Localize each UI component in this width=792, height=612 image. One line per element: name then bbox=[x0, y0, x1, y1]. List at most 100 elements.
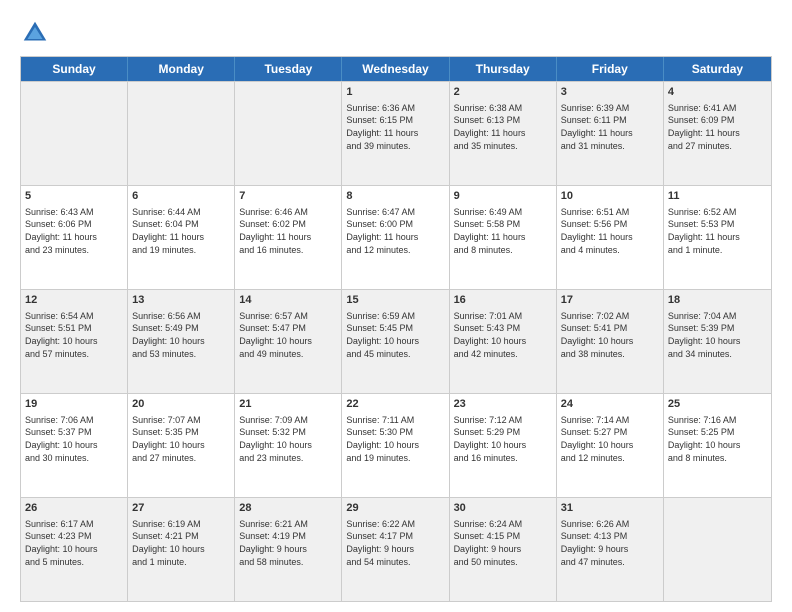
cell-info: Sunrise: 7:01 AM Sunset: 5:43 PM Dayligh… bbox=[454, 310, 552, 360]
day-number: 14 bbox=[239, 293, 337, 308]
cell-info: Sunrise: 6:36 AM Sunset: 6:15 PM Dayligh… bbox=[346, 102, 444, 152]
calendar-cell bbox=[664, 498, 771, 601]
calendar-cell: 4Sunrise: 6:41 AM Sunset: 6:09 PM Daylig… bbox=[664, 82, 771, 185]
cell-info: Sunrise: 6:21 AM Sunset: 4:19 PM Dayligh… bbox=[239, 518, 337, 568]
day-number: 6 bbox=[132, 189, 230, 204]
cell-info: Sunrise: 6:47 AM Sunset: 6:00 PM Dayligh… bbox=[346, 206, 444, 256]
cell-info: Sunrise: 7:02 AM Sunset: 5:41 PM Dayligh… bbox=[561, 310, 659, 360]
cell-info: Sunrise: 7:06 AM Sunset: 5:37 PM Dayligh… bbox=[25, 414, 123, 464]
day-number: 2 bbox=[454, 85, 552, 100]
calendar-cell: 12 Sunrise: 6:54 AM Sunset: 5:51 PM Dayli… bbox=[21, 290, 128, 393]
calendar-day-header: Thursday bbox=[450, 57, 557, 81]
cell-info: Sunrise: 7:04 AM Sunset: 5:39 PM Dayligh… bbox=[668, 310, 767, 360]
day-number: 21 bbox=[239, 397, 337, 412]
calendar-cell bbox=[128, 82, 235, 185]
cell-info: Sunrise: 6:54 AM Sunset: 5:51 PM Dayligh… bbox=[25, 310, 123, 360]
calendar-cell: 19 Sunrise: 7:06 AM Sunset: 5:37 PM Dayli… bbox=[21, 394, 128, 497]
day-number: 12 bbox=[25, 293, 123, 308]
calendar-cell: 20Sunrise: 7:07 AM Sunset: 5:35 PM Dayli… bbox=[128, 394, 235, 497]
cell-info: Sunrise: 6:24 AM Sunset: 4:15 PM Dayligh… bbox=[454, 518, 552, 568]
day-number: 13 bbox=[132, 293, 230, 308]
calendar-cell: 13 Sunrise: 6:56 AM Sunset: 5:49 PM Dayli… bbox=[128, 290, 235, 393]
calendar-cell: 29 Sunrise: 6:22 AM Sunset: 4:17 PM Dayli… bbox=[342, 498, 449, 601]
calendar-cell: 7 Sunrise: 6:46 AM Sunset: 6:02 PM Daylig… bbox=[235, 186, 342, 289]
calendar-cell: 1Sunrise: 6:36 AM Sunset: 6:15 PM Daylig… bbox=[342, 82, 449, 185]
calendar-cell bbox=[21, 82, 128, 185]
calendar-week-row: 5Sunrise: 6:43 AM Sunset: 6:06 PM Daylig… bbox=[21, 185, 771, 289]
cell-info: Sunrise: 6:22 AM Sunset: 4:17 PM Dayligh… bbox=[346, 518, 444, 568]
cell-info: Sunrise: 7:11 AM Sunset: 5:30 PM Dayligh… bbox=[346, 414, 444, 464]
cell-info: Sunrise: 7:14 AM Sunset: 5:27 PM Dayligh… bbox=[561, 414, 659, 464]
cell-info: Sunrise: 6:44 AM Sunset: 6:04 PM Dayligh… bbox=[132, 206, 230, 256]
logo-icon bbox=[20, 18, 50, 48]
calendar-cell: 17Sunrise: 7:02 AM Sunset: 5:41 PM Dayli… bbox=[557, 290, 664, 393]
cell-info: Sunrise: 6:43 AM Sunset: 6:06 PM Dayligh… bbox=[25, 206, 123, 256]
cell-info: Sunrise: 6:57 AM Sunset: 5:47 PM Dayligh… bbox=[239, 310, 337, 360]
cell-info: Sunrise: 6:38 AM Sunset: 6:13 PM Dayligh… bbox=[454, 102, 552, 152]
cell-info: Sunrise: 6:59 AM Sunset: 5:45 PM Dayligh… bbox=[346, 310, 444, 360]
calendar: SundayMondayTuesdayWednesdayThursdayFrid… bbox=[20, 56, 772, 602]
page: SundayMondayTuesdayWednesdayThursdayFrid… bbox=[0, 0, 792, 612]
day-number: 7 bbox=[239, 189, 337, 204]
calendar-cell: 31 Sunrise: 6:26 AM Sunset: 4:13 PM Dayli… bbox=[557, 498, 664, 601]
calendar-cell: 6 Sunrise: 6:44 AM Sunset: 6:04 PM Daylig… bbox=[128, 186, 235, 289]
calendar-body: 1Sunrise: 6:36 AM Sunset: 6:15 PM Daylig… bbox=[21, 81, 771, 601]
calendar-cell: 3 Sunrise: 6:39 AM Sunset: 6:11 PM Daylig… bbox=[557, 82, 664, 185]
cell-info: Sunrise: 7:12 AM Sunset: 5:29 PM Dayligh… bbox=[454, 414, 552, 464]
day-number: 30 bbox=[454, 501, 552, 516]
cell-info: Sunrise: 6:26 AM Sunset: 4:13 PM Dayligh… bbox=[561, 518, 659, 568]
calendar-cell: 21 Sunrise: 7:09 AM Sunset: 5:32 PM Dayli… bbox=[235, 394, 342, 497]
calendar-cell: 25Sunrise: 7:16 AM Sunset: 5:25 PM Dayli… bbox=[664, 394, 771, 497]
day-number: 18 bbox=[668, 293, 767, 308]
cell-info: Sunrise: 6:56 AM Sunset: 5:49 PM Dayligh… bbox=[132, 310, 230, 360]
calendar-day-header: Tuesday bbox=[235, 57, 342, 81]
day-number: 29 bbox=[346, 501, 444, 516]
cell-info: Sunrise: 6:46 AM Sunset: 6:02 PM Dayligh… bbox=[239, 206, 337, 256]
calendar-week-row: 12 Sunrise: 6:54 AM Sunset: 5:51 PM Dayli… bbox=[21, 289, 771, 393]
calendar-header-row: SundayMondayTuesdayWednesdayThursdayFrid… bbox=[21, 57, 771, 81]
calendar-cell: 26 Sunrise: 6:17 AM Sunset: 4:23 PM Dayli… bbox=[21, 498, 128, 601]
day-number: 26 bbox=[25, 501, 123, 516]
day-number: 20 bbox=[132, 397, 230, 412]
cell-info: Sunrise: 6:17 AM Sunset: 4:23 PM Dayligh… bbox=[25, 518, 123, 568]
day-number: 3 bbox=[561, 85, 659, 100]
day-number: 16 bbox=[454, 293, 552, 308]
calendar-cell: 5Sunrise: 6:43 AM Sunset: 6:06 PM Daylig… bbox=[21, 186, 128, 289]
logo bbox=[20, 18, 56, 48]
cell-info: Sunrise: 6:51 AM Sunset: 5:56 PM Dayligh… bbox=[561, 206, 659, 256]
day-number: 10 bbox=[561, 189, 659, 204]
calendar-cell: 10 Sunrise: 6:51 AM Sunset: 5:56 PM Dayli… bbox=[557, 186, 664, 289]
calendar-day-header: Sunday bbox=[21, 57, 128, 81]
calendar-cell: 27Sunrise: 6:19 AM Sunset: 4:21 PM Dayli… bbox=[128, 498, 235, 601]
day-number: 11 bbox=[668, 189, 767, 204]
calendar-cell: 15 Sunrise: 6:59 AM Sunset: 5:45 PM Dayli… bbox=[342, 290, 449, 393]
calendar-cell: 8Sunrise: 6:47 AM Sunset: 6:00 PM Daylig… bbox=[342, 186, 449, 289]
calendar-cell: 2 Sunrise: 6:38 AM Sunset: 6:13 PM Daylig… bbox=[450, 82, 557, 185]
calendar-cell: 11 Sunrise: 6:52 AM Sunset: 5:53 PM Dayli… bbox=[664, 186, 771, 289]
calendar-day-header: Saturday bbox=[664, 57, 771, 81]
calendar-cell: 14 Sunrise: 6:57 AM Sunset: 5:47 PM Dayli… bbox=[235, 290, 342, 393]
cell-info: Sunrise: 6:49 AM Sunset: 5:58 PM Dayligh… bbox=[454, 206, 552, 256]
calendar-cell: 23Sunrise: 7:12 AM Sunset: 5:29 PM Dayli… bbox=[450, 394, 557, 497]
calendar-cell: 16 Sunrise: 7:01 AM Sunset: 5:43 PM Dayli… bbox=[450, 290, 557, 393]
day-number: 19 bbox=[25, 397, 123, 412]
calendar-cell: 18 Sunrise: 7:04 AM Sunset: 5:39 PM Dayli… bbox=[664, 290, 771, 393]
day-number: 25 bbox=[668, 397, 767, 412]
cell-info: Sunrise: 6:41 AM Sunset: 6:09 PM Dayligh… bbox=[668, 102, 767, 152]
day-number: 22 bbox=[346, 397, 444, 412]
calendar-cell: 24 Sunrise: 7:14 AM Sunset: 5:27 PM Dayli… bbox=[557, 394, 664, 497]
day-number: 27 bbox=[132, 501, 230, 516]
header bbox=[20, 18, 772, 48]
day-number: 24 bbox=[561, 397, 659, 412]
calendar-day-header: Monday bbox=[128, 57, 235, 81]
calendar-cell: 30 Sunrise: 6:24 AM Sunset: 4:15 PM Dayli… bbox=[450, 498, 557, 601]
day-number: 31 bbox=[561, 501, 659, 516]
cell-info: Sunrise: 6:52 AM Sunset: 5:53 PM Dayligh… bbox=[668, 206, 767, 256]
cell-info: Sunrise: 7:09 AM Sunset: 5:32 PM Dayligh… bbox=[239, 414, 337, 464]
cell-info: Sunrise: 6:39 AM Sunset: 6:11 PM Dayligh… bbox=[561, 102, 659, 152]
calendar-cell bbox=[235, 82, 342, 185]
calendar-cell: 28Sunrise: 6:21 AM Sunset: 4:19 PM Dayli… bbox=[235, 498, 342, 601]
day-number: 15 bbox=[346, 293, 444, 308]
calendar-week-row: 26 Sunrise: 6:17 AM Sunset: 4:23 PM Dayli… bbox=[21, 497, 771, 601]
calendar-cell: 22 Sunrise: 7:11 AM Sunset: 5:30 PM Dayli… bbox=[342, 394, 449, 497]
